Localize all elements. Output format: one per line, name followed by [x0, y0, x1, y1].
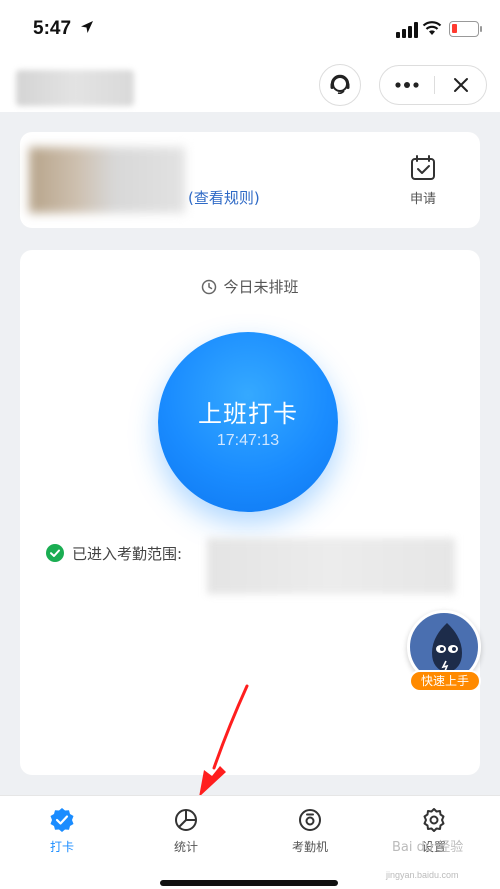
tab-label: 打卡 [49, 840, 74, 854]
gear-icon [423, 808, 445, 832]
status-time: 5:47 [33, 18, 72, 39]
home-indicator [160, 880, 338, 886]
mini-program-capsule [379, 65, 487, 105]
user-info-blurred [29, 147, 185, 213]
close-icon [454, 78, 468, 92]
customer-service-button[interactable] [319, 64, 361, 106]
watermark-brand: Bai du 经验 [392, 840, 464, 855]
attendance-machine-icon [299, 809, 321, 831]
schedule-status: 今日未排班 [20, 276, 480, 297]
calendar-check-icon [411, 155, 435, 180]
success-check-icon [46, 544, 64, 562]
view-rules-link[interactable]: (查看规则) [188, 187, 260, 208]
watermark-url: jingyan.baidu.com [386, 870, 459, 880]
tab-attendance-machine[interactable]: 考勤机 [260, 806, 360, 856]
wifi-icon [422, 21, 442, 35]
attendance-range-status: 已进入考勤范围: [46, 543, 182, 563]
quick-start-badge: 快速上手 [409, 670, 481, 692]
more-dots-icon [395, 82, 419, 88]
range-text: 已进入考勤范围: [72, 544, 183, 563]
headset-icon [330, 74, 350, 95]
schedule-text: 今日未排班 [223, 278, 299, 296]
tab-label: 统计 [173, 840, 198, 854]
more-button[interactable] [380, 66, 434, 104]
clock-in-label: 上班打卡 [198, 400, 298, 428]
location-arrow-icon [81, 21, 93, 33]
apply-label: 申请 [409, 192, 436, 207]
tab-punch[interactable]: 打卡 [12, 806, 112, 856]
current-time: 17:47:13 [216, 432, 280, 449]
battery-icon [449, 21, 482, 37]
navigation-bar [0, 60, 500, 112]
status-bar: 5:47 [0, 0, 500, 60]
punch-card: 今日未排班 上班打卡 17:47:13 已进入考勤范围: [20, 250, 480, 775]
tab-statistics[interactable]: 统计 [136, 806, 236, 856]
page-title-blurred [16, 70, 134, 106]
apply-button[interactable]: 申请 [400, 154, 446, 210]
close-button[interactable] [435, 66, 487, 104]
tab-label: 考勤机 [291, 840, 328, 854]
clock-icon [202, 279, 217, 294]
quick-start-helper[interactable]: 快速上手 [405, 610, 483, 692]
clock-in-button[interactable]: 上班打卡 17:47:13 [158, 332, 338, 512]
user-info-card: (查看规则) 申请 [20, 132, 480, 228]
location-blurred [207, 538, 455, 594]
cellular-signal-icon [396, 22, 418, 38]
pie-chart-icon [175, 809, 197, 831]
check-badge-icon [50, 808, 74, 832]
